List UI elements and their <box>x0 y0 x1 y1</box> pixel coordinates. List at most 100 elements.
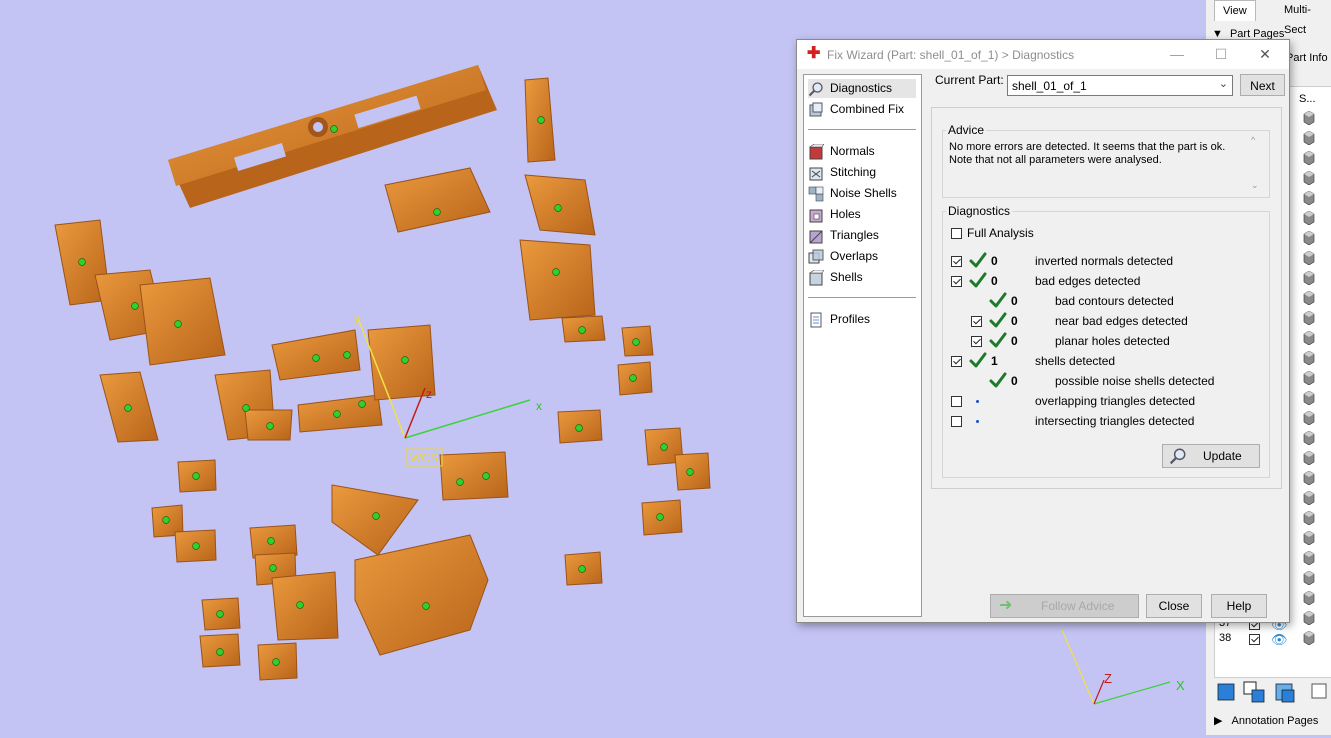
nav-label: Combined Fix <box>830 102 905 116</box>
multi-cube-icon[interactable] <box>1275 683 1295 703</box>
nav-normals[interactable]: Normals <box>808 142 916 161</box>
part-status-cube-icon[interactable] <box>1303 130 1315 146</box>
part-status-cube-icon[interactable] <box>1303 590 1315 606</box>
diagnostic-count: 0 <box>1011 334 1018 348</box>
diagnostic-label: bad contours detected <box>1055 294 1174 308</box>
dialog-title-bar[interactable]: ✚ Fix Wizard (Part: shell_01_of_1) > Dia… <box>797 40 1289 69</box>
nav-shells[interactable]: Shells <box>808 268 916 287</box>
next-button[interactable]: Next <box>1240 74 1285 96</box>
arrow-right-icon: ➜ <box>999 597 1013 614</box>
part-status-cube-icon[interactable] <box>1303 570 1315 586</box>
scroll-down-icon[interactable]: ⌄ <box>1251 180 1259 191</box>
close-window-button[interactable]: ✕ <box>1255 44 1275 64</box>
minimize-button[interactable]: — <box>1167 44 1187 64</box>
part-status-cube-icon[interactable] <box>1303 250 1315 266</box>
nav-label: Holes <box>830 207 861 221</box>
nav-combined-fix[interactable]: Combined Fix <box>808 100 916 119</box>
part-status-cube-icon[interactable] <box>1303 230 1315 246</box>
diagnostic-checkbox[interactable] <box>951 256 962 267</box>
diagnostic-label: inverted normals detected <box>1035 254 1174 268</box>
part-status-cube-icon[interactable] <box>1303 190 1315 206</box>
full-analysis-checkbox[interactable] <box>951 228 962 239</box>
follow-advice-button[interactable]: ➜ Follow Advice <box>990 594 1139 618</box>
nav-noise-shells[interactable]: Noise Shells <box>808 184 916 203</box>
magnifier-icon <box>1169 448 1186 465</box>
help-button[interactable]: Help <box>1211 594 1267 618</box>
part-status-cube-icon[interactable] <box>1303 330 1315 346</box>
shells-icon <box>809 270 824 286</box>
part-status-cube-icon[interactable] <box>1303 410 1315 426</box>
panel-toolbar <box>1216 680 1331 706</box>
diagnostic-label: intersecting triangles detected <box>1035 414 1195 428</box>
nav-overlaps[interactable]: Overlaps <box>808 247 916 266</box>
wizard-nav: Diagnostics Combined Fix Normals Stitchi… <box>803 74 922 617</box>
svg-text:x: x <box>536 399 542 413</box>
tab-view[interactable]: View <box>1214 0 1256 21</box>
part-status-cube-icon[interactable] <box>1303 550 1315 566</box>
maximize-button[interactable]: ☐ <box>1211 44 1231 64</box>
diagnostic-checkbox[interactable] <box>971 316 982 327</box>
current-part-select[interactable]: shell_01_of_1 ⌄ <box>1007 75 1233 96</box>
part-status-cube-icon[interactable] <box>1303 350 1315 366</box>
part-status-cube-icon[interactable] <box>1303 490 1315 506</box>
diagnostic-checkbox[interactable] <box>951 276 962 287</box>
part-status-cube-icon[interactable] <box>1303 530 1315 546</box>
part-status-cube-icon[interactable] <box>1303 150 1315 166</box>
advice-scrollbar[interactable]: ^ ⌄ <box>1249 135 1263 191</box>
diagnostic-checkbox[interactable] <box>971 336 982 347</box>
visibility-eye-icon[interactable]: 👁 <box>1271 632 1288 648</box>
part-status-cube-icon[interactable] <box>1303 630 1315 646</box>
nav-triangles[interactable]: Triangles <box>808 226 916 245</box>
wire-cube-icon[interactable] <box>1311 683 1327 699</box>
nav-label: Stitching <box>830 165 877 179</box>
nav-profiles[interactable]: Profiles <box>808 310 916 329</box>
diagnostic-checkbox[interactable] <box>951 416 962 427</box>
part-status-cube-icon[interactable] <box>1303 370 1315 386</box>
part-info-label[interactable]: Part Info <box>1286 52 1328 64</box>
svg-text:y: y <box>354 311 360 325</box>
row-38-checkbox[interactable] <box>1249 634 1260 645</box>
diagnostic-label: bad edges detected <box>1035 274 1141 288</box>
diagnostic-label: overlapping triangles detected <box>1035 394 1196 408</box>
part-status-cube-icon[interactable] <box>1303 390 1315 406</box>
diagnostic-checkbox[interactable] <box>951 356 962 367</box>
checkbox-toggle-icon[interactable] <box>1243 681 1265 703</box>
diagnostic-label: planar holes detected <box>1055 334 1170 348</box>
part-status-cube-icon[interactable] <box>1303 210 1315 226</box>
diagnostic-count: 0 <box>991 254 998 268</box>
normals-icon <box>809 144 824 160</box>
advice-group: No more errors are detected. It seems th… <box>942 130 1270 198</box>
part-status-cube-icon[interactable] <box>1303 430 1315 446</box>
part-status-cube-icon[interactable] <box>1303 270 1315 286</box>
diagnostic-label: near bad edges detected <box>1055 314 1188 328</box>
advice-text: No more errors are detected. It seems th… <box>947 135 1247 167</box>
column-header-s[interactable]: S... <box>1299 93 1316 105</box>
part-status-cube-icon[interactable] <box>1303 110 1315 126</box>
row-number: 38 <box>1219 632 1232 644</box>
scroll-up-icon[interactable]: ^ <box>1251 135 1255 145</box>
nav-label: Shells <box>830 270 863 284</box>
svg-text:X: X <box>1176 678 1185 693</box>
update-button[interactable]: Update <box>1162 444 1260 468</box>
part-status-cube-icon[interactable] <box>1303 610 1315 626</box>
tab-multi-sect[interactable]: Multi-Sect <box>1276 0 1331 36</box>
nav-diagnostics[interactable]: Diagnostics <box>808 79 916 98</box>
annotation-pages-header[interactable]: ▶ Annotation Pages <box>1214 714 1318 727</box>
part-status-cube-icon[interactable] <box>1303 170 1315 186</box>
triangles-icon <box>809 230 823 244</box>
diagnostic-checkbox[interactable] <box>951 396 962 407</box>
diagnostic-count: 0 <box>1011 374 1018 388</box>
annotation-pages-label: Annotation Pages <box>1231 715 1319 727</box>
part-status-cube-icon[interactable] <box>1303 450 1315 466</box>
nav-holes[interactable]: Holes <box>808 205 916 224</box>
holes-icon <box>809 209 823 223</box>
part-status-cube-icon[interactable] <box>1303 290 1315 306</box>
part-status-cube-icon[interactable] <box>1303 470 1315 486</box>
part-status-cube-icon[interactable] <box>1303 310 1315 326</box>
part-status-cube-icon[interactable] <box>1303 510 1315 526</box>
fix-wizard-dialog: ✚ Fix Wizard (Part: shell_01_of_1) > Dia… <box>796 39 1290 623</box>
list-row-38[interactable]: 38 <box>1219 632 1231 644</box>
close-button[interactable]: Close <box>1146 594 1202 618</box>
nav-stitching[interactable]: Stitching <box>808 163 916 182</box>
cube-select-icon[interactable] <box>1217 683 1235 701</box>
